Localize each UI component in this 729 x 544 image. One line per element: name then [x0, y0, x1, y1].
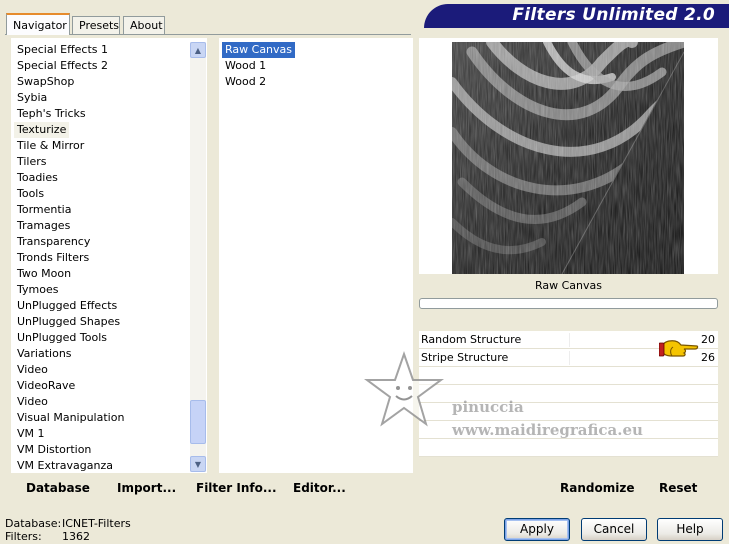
- param-row-empty: [419, 367, 718, 385]
- param-divider: [569, 333, 570, 347]
- tab-navigator[interactable]: Navigator: [6, 13, 70, 35]
- category-item[interactable]: Video: [14, 362, 51, 378]
- status-database-label: Database:: [5, 517, 62, 530]
- progress-bar: [419, 298, 718, 309]
- right-toolbar: Randomize Reset: [419, 474, 718, 502]
- status-filters-label: Filters:: [5, 530, 42, 543]
- import-button[interactable]: Import...: [117, 474, 176, 502]
- cancel-button[interactable]: Cancel: [581, 518, 647, 541]
- filter-item[interactable]: Wood 2: [222, 74, 269, 90]
- param-value[interactable]: 20: [701, 331, 715, 349]
- status-filters-value: 1362: [62, 530, 90, 543]
- category-item[interactable]: Tools: [14, 186, 47, 202]
- category-item[interactable]: VM Distortion: [14, 442, 94, 458]
- scroll-thumb[interactable]: [190, 400, 206, 444]
- apply-button[interactable]: Apply: [504, 518, 570, 541]
- preview-image: [452, 42, 684, 274]
- help-button[interactable]: Help: [657, 518, 723, 541]
- tab-about-label: About: [130, 19, 163, 32]
- scroll-up-button[interactable]: ▲: [190, 42, 206, 58]
- tab-presets-label: Presets: [79, 19, 120, 32]
- category-item[interactable]: Visual Manipulation: [14, 410, 127, 426]
- category-item[interactable]: UnPlugged Tools: [14, 330, 110, 346]
- category-item[interactable]: Teph's Tricks: [14, 106, 89, 122]
- scroll-down-arrow-icon: ▼: [194, 459, 202, 469]
- tab-presets[interactable]: Presets: [72, 16, 120, 34]
- param-divider: [569, 351, 570, 365]
- app-banner: Filters Unlimited 2.0: [424, 4, 729, 28]
- pointing-hand-icon: [659, 340, 699, 357]
- category-item[interactable]: Variations: [14, 346, 75, 362]
- category-item[interactable]: Transparency: [14, 234, 93, 250]
- filter-item[interactable]: Raw Canvas: [222, 42, 296, 58]
- param-label: Random Structure: [421, 333, 522, 346]
- category-item[interactable]: Tramages: [14, 218, 73, 234]
- scroll-down-button[interactable]: ▼: [190, 456, 206, 472]
- tab-about[interactable]: About: [123, 16, 165, 34]
- app-title: Filters Unlimited 2.0: [512, 5, 715, 25]
- tab-navigator-label: Navigator: [13, 19, 67, 32]
- status-database-value: ICNET-Filters: [62, 517, 131, 530]
- category-item[interactable]: SwapShop: [14, 74, 77, 90]
- category-item[interactable]: Tile & Mirror: [14, 138, 87, 154]
- scroll-up-arrow-icon: ▲: [194, 45, 202, 55]
- category-item[interactable]: Tormentia: [14, 202, 74, 218]
- randomize-button[interactable]: Randomize: [560, 474, 634, 502]
- category-item[interactable]: VM Extravaganza: [14, 458, 116, 474]
- category-item[interactable]: Two Moon: [14, 266, 74, 282]
- category-item[interactable]: Sybia: [14, 90, 50, 106]
- category-item[interactable]: Special Effects 1: [14, 42, 111, 58]
- category-item[interactable]: Texturize: [14, 122, 70, 138]
- param-value[interactable]: 26: [701, 349, 715, 367]
- category-item[interactable]: Tymoes: [14, 282, 61, 298]
- watermark-name: pinuccia: [452, 398, 524, 416]
- preview-panel: [419, 38, 718, 274]
- category-item[interactable]: Toadies: [14, 170, 61, 186]
- category-list[interactable]: Special Effects 1 Special Effects 2 SwapSh…: [11, 38, 207, 473]
- filter-name-text: Raw Canvas: [534, 279, 602, 292]
- param-row-empty: [419, 439, 718, 457]
- category-item[interactable]: UnPlugged Effects: [14, 298, 120, 314]
- filter-name-label: Raw Canvas: [419, 276, 718, 296]
- category-item[interactable]: VM 1: [14, 426, 48, 442]
- category-item[interactable]: Tronds Filters: [14, 250, 92, 266]
- watermark-star-icon: [364, 350, 444, 427]
- filter-info-button[interactable]: Filter Info...: [196, 474, 277, 502]
- category-item[interactable]: Special Effects 2: [14, 58, 111, 74]
- editor-button[interactable]: Editor...: [293, 474, 346, 502]
- watermark-url: www.maidiregrafica.eu: [452, 421, 643, 439]
- category-item[interactable]: Tilers: [14, 154, 50, 170]
- category-item[interactable]: Video: [14, 394, 51, 410]
- database-button[interactable]: Database: [26, 474, 90, 502]
- reset-button[interactable]: Reset: [659, 474, 697, 502]
- category-item[interactable]: VideoRave: [14, 378, 78, 394]
- category-item[interactable]: UnPlugged Shapes: [14, 314, 123, 330]
- filter-item[interactable]: Wood 1: [222, 58, 269, 74]
- category-scrollbar[interactable]: ▲ ▼: [190, 42, 206, 472]
- left-toolbar: Database Import... Filter Info... Editor…: [11, 474, 413, 502]
